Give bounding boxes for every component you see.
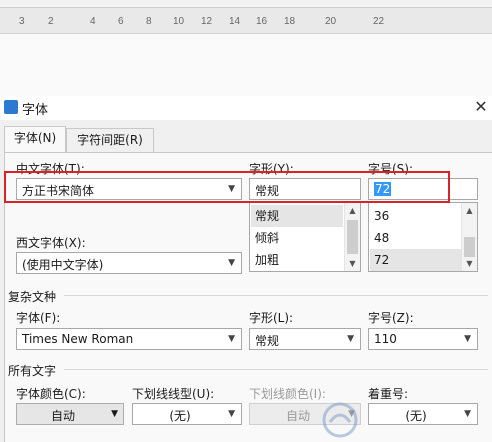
font-color-value: 自动: [50, 409, 75, 423]
scroll-up-icon[interactable]: ▲: [462, 203, 477, 218]
size-listbox[interactable]: 36 48 72 ▲ ▼: [368, 202, 478, 272]
ruler-tick: 14: [229, 16, 241, 27]
complex-size-value: 110: [374, 332, 397, 346]
ruler-tick: 22: [373, 16, 385, 27]
ruler-track: [0, 0, 492, 8]
font-app-icon: [4, 100, 18, 114]
scroll-down-icon[interactable]: ▼: [345, 256, 360, 271]
ruler-tick: 4: [90, 16, 96, 27]
ruler-tick: 16: [256, 16, 268, 27]
complex-section-title: 复杂文种: [8, 290, 57, 304]
tab-font[interactable]: 字体(N): [4, 126, 66, 153]
chevron-down-icon: ▼: [228, 334, 235, 344]
ruler-tick: 20: [325, 16, 337, 27]
complex-font-value: Times New Roman: [22, 332, 134, 346]
font-color-dropdown[interactable]: 自动 ▼: [16, 403, 124, 425]
list-item[interactable]: 48: [370, 227, 462, 249]
scrollbar[interactable]: ▲ ▼: [344, 203, 360, 271]
style-listbox[interactable]: 常规 倾斜 加粗 ▲ ▼: [249, 202, 361, 272]
complex-font-select[interactable]: Times New Roman ▼: [16, 328, 242, 350]
dialog-title: 字体: [22, 103, 49, 118]
font-color-label: 字体颜色(C):: [16, 387, 86, 401]
highlight-box: [4, 171, 450, 203]
document-area[interactable]: [0, 34, 492, 96]
list-item[interactable]: 72: [370, 249, 462, 271]
watermark-icon: [322, 402, 358, 438]
list-item[interactable]: 常规: [251, 205, 343, 227]
divider: [64, 369, 488, 370]
ruler-tick: 10: [173, 16, 185, 27]
scroll-thumb[interactable]: [464, 237, 475, 257]
underline-color-label: 下划线颜色(I):: [249, 387, 326, 401]
complex-style-select[interactable]: 常规 ▼: [249, 328, 361, 350]
watermark-logo: [320, 398, 492, 442]
western-font-select[interactable]: (使用中文字体) ▼: [16, 252, 242, 274]
underline-style-select[interactable]: (无) ▼: [132, 403, 242, 425]
tab-character-spacing[interactable]: 字符间距(R): [66, 128, 154, 152]
caret-down-icon: ▼: [111, 409, 118, 419]
western-font-value: (使用中文字体): [22, 258, 104, 272]
complex-font-label: 字体(F):: [16, 311, 61, 325]
scroll-down-icon[interactable]: ▼: [462, 256, 477, 271]
all-text-section-title: 所有文字: [8, 364, 57, 378]
dialog-titlebar[interactable]: [0, 96, 492, 120]
ruler-tick: 18: [284, 16, 296, 27]
complex-size-label: 字号(Z):: [368, 311, 414, 325]
chevron-down-icon: ▼: [228, 258, 235, 268]
ruler-tick: 8: [146, 16, 152, 27]
ruler-tick: 6: [118, 16, 124, 27]
complex-style-label: 字形(L):: [249, 311, 294, 325]
complex-style-value: 常规: [255, 334, 280, 348]
scroll-up-icon[interactable]: ▲: [345, 203, 360, 218]
list-item[interactable]: 36: [370, 205, 462, 227]
close-icon[interactable]: ✕: [470, 96, 492, 118]
list-item[interactable]: 加粗: [251, 249, 343, 271]
underline-style-value: (无): [169, 409, 191, 423]
ruler-tick: 3: [19, 16, 25, 27]
chevron-down-icon: ▼: [228, 409, 235, 419]
ruler-tick: 2: [48, 16, 54, 27]
western-font-label: 西文字体(X):: [16, 236, 86, 250]
divider: [64, 295, 488, 296]
underline-style-label: 下划线线型(U):: [132, 387, 215, 401]
chevron-down-icon: ▼: [347, 334, 354, 344]
list-item[interactable]: 倾斜: [251, 227, 343, 249]
scroll-thumb[interactable]: [347, 220, 358, 254]
chevron-down-icon: ▼: [464, 334, 471, 344]
ruler-tick: 12: [201, 16, 213, 27]
complex-size-select[interactable]: 110 ▼: [368, 328, 478, 350]
scrollbar[interactable]: ▲ ▼: [461, 203, 477, 271]
